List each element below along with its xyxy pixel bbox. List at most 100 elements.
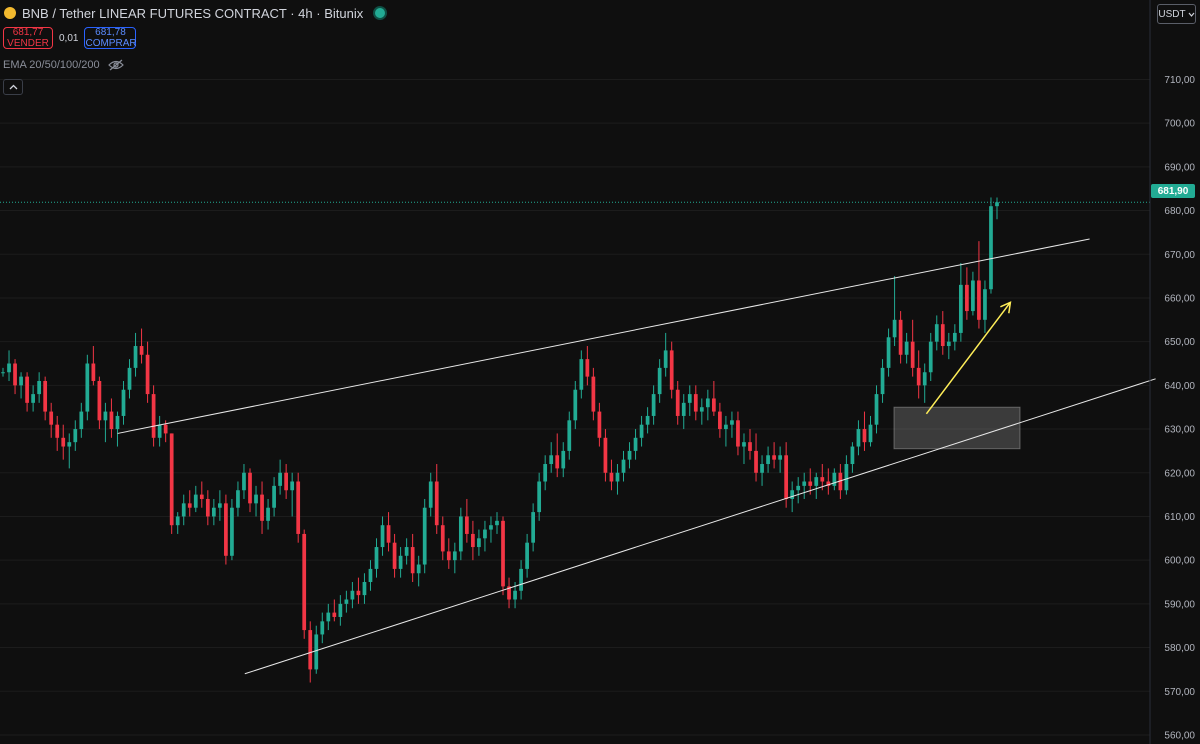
candle-body [808,481,813,486]
candle [687,385,692,416]
candle-body [615,472,620,482]
candle [651,385,656,425]
candle-body [796,485,801,491]
candle [633,429,638,460]
candle-body [639,424,644,438]
candle [519,560,523,600]
bnb-logo-icon [4,7,16,19]
candle [248,468,252,513]
candle-body [37,380,42,395]
candle-body [971,280,975,312]
candle-body [880,367,885,395]
candle-body [199,494,204,499]
price-axis: 710,00 700,00 690,00 680,00 670,00 660,00 650,… [1149,0,1195,744]
candle-body [392,542,397,569]
candle [458,507,463,561]
currency-selector[interactable]: USDT [1157,4,1196,24]
candle-body [868,424,873,443]
chevron-down-icon [1188,12,1195,17]
candle-body [163,424,168,434]
candle [73,420,78,451]
sell-button[interactable]: 681,77 VENDER [3,27,53,49]
candle-body [356,590,361,596]
collapse-legend-button[interactable] [3,79,23,95]
candle [242,464,246,499]
candle [230,498,234,561]
candle-body [977,280,981,320]
candle-body [109,411,114,430]
candle-body [983,289,987,320]
candle [489,516,493,543]
candle-body [404,547,409,556]
y-tick-label: 570,00 [1164,687,1195,698]
candle [483,520,487,552]
candle-body [736,420,740,447]
spread-value: 0,01 [59,32,79,44]
candle-body [633,437,638,451]
buy-button[interactable]: 681,78 COMPRAR [84,27,137,49]
candle-body [1,372,5,374]
candle [193,485,198,513]
candle [681,394,686,430]
candle-body [537,481,542,513]
candle [31,385,35,412]
candle-body [211,507,216,517]
candle [374,538,379,578]
candle [910,319,915,377]
candle-body [597,411,602,438]
candle [693,385,698,421]
candle-body [711,398,716,412]
candle [567,411,572,460]
candle [868,415,873,447]
candle-body [958,284,963,333]
candle [748,429,752,460]
price-chart[interactable]: 710,00 700,00 690,00 680,00 670,00 660,00 650,… [0,0,1200,744]
candle-body [386,525,391,543]
candle [772,442,776,469]
candle [940,311,945,355]
candle-body [368,568,373,583]
candle-body [127,367,132,390]
candle-body [452,551,457,561]
sell-label: VENDER [7,38,49,49]
candle [796,477,801,504]
candle [928,332,933,381]
candle [67,433,72,469]
candle-body [260,494,264,521]
candle-body [332,612,337,617]
candle-body [43,380,48,412]
candle [332,599,337,622]
candle-body [464,516,469,534]
candle [464,498,469,543]
y-tick-label: 690,00 [1164,162,1195,173]
candle [880,359,885,403]
candle-body [561,450,566,469]
candle-body [525,542,529,569]
candle [446,538,451,569]
candle-body [242,472,246,491]
candle [663,332,668,377]
indicator-label[interactable]: EMA 20/50/100/200 [3,59,100,71]
candle [254,485,258,517]
candle [133,332,138,377]
candle-body [627,450,632,460]
y-tick-label: 680,00 [1164,206,1195,217]
chart-header: BNB / Tether LINEAR FUTURES CONTRACT · 4… [0,0,1154,26]
candle-body [374,547,379,569]
candle-body [434,481,439,526]
candle-body [175,516,180,526]
candle [844,455,849,495]
candle [766,446,770,473]
eye-hidden-icon[interactable] [107,59,124,71]
candle [356,577,361,604]
candle-body [91,363,96,381]
candle [103,402,108,443]
candle [145,341,150,403]
candle [609,459,614,491]
candle-body [97,380,102,421]
candle-body [748,442,752,451]
candle-body [278,472,282,486]
candle-body [742,442,746,447]
candle-body [856,429,861,447]
candle-body [55,424,60,438]
